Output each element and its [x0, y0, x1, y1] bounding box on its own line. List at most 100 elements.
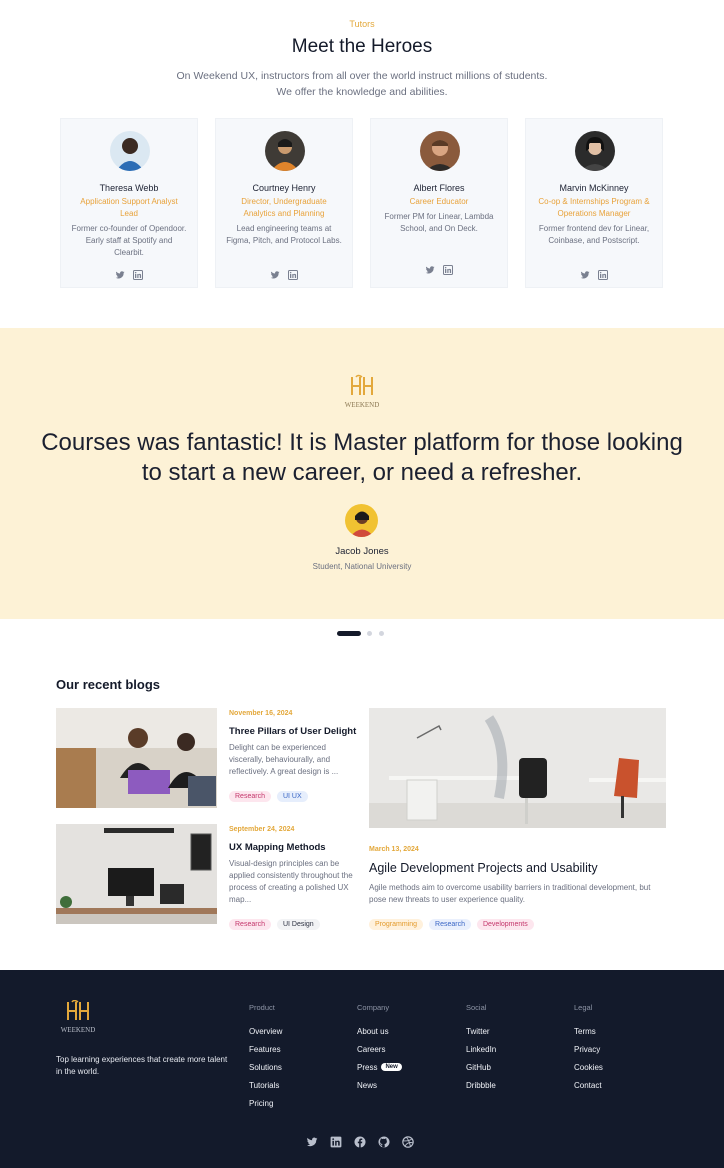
footer-logo-text: WEEKEND	[61, 1026, 96, 1034]
footer-link[interactable]: Dribbble	[466, 1076, 496, 1094]
blogs-title: Our recent blogs	[56, 677, 161, 692]
linkedin-icon[interactable]	[598, 267, 608, 280]
tutor-socials	[216, 267, 352, 280]
tutor-role: Application Support Analyst Lead	[80, 197, 178, 218]
tutor-cards: Theresa Webb Application Support Analyst…	[60, 118, 664, 288]
footer-tagline: Top learning experiences that create mor…	[56, 1055, 228, 1076]
blog-date: March 13, 2024	[369, 846, 419, 853]
linkedin-icon[interactable]	[443, 262, 453, 275]
blog-image[interactable]	[369, 708, 666, 828]
carousel-dot[interactable]	[379, 631, 384, 636]
tutor-name: Albert Flores	[413, 183, 465, 193]
testimonial-section: WEEKEND Courses was fantastic! It is Mas…	[0, 328, 724, 619]
tutor-description: Former PM for Linear, Lambda School, and…	[384, 212, 494, 233]
footer-link[interactable]: Privacy	[574, 1040, 603, 1058]
blog-excerpt: Agile methods aim to overcome usability …	[369, 883, 651, 904]
tag-research[interactable]: Research	[229, 919, 271, 930]
testimonial-role: Student, National University	[312, 562, 412, 571]
tag-ui-design[interactable]: UI Design	[276, 919, 320, 930]
footer-link[interactable]: Tutorials	[249, 1076, 282, 1094]
twitter-icon[interactable]	[306, 1135, 318, 1147]
footer-heading: Product	[249, 1003, 275, 1012]
avatar	[345, 504, 378, 537]
footer-link[interactable]: GitHub	[466, 1058, 496, 1076]
avatar	[110, 131, 150, 171]
weekend-logo-text: WEEKEND	[345, 401, 380, 409]
tag-ui-ux[interactable]: UI UX	[276, 791, 308, 802]
footer-column-company: Company About us Careers Press New News	[357, 1003, 402, 1094]
footer-heading: Social	[466, 1003, 487, 1012]
tutor-name: Marvin McKinney	[559, 183, 629, 193]
tutors-eyebrow: Tutors	[349, 19, 375, 29]
linkedin-icon[interactable]	[288, 267, 298, 280]
footer-link[interactable]: Features	[249, 1040, 282, 1058]
tag-developments[interactable]: Developments	[476, 919, 534, 930]
footer-social-icons	[306, 1135, 414, 1148]
dribbble-icon[interactable]	[402, 1135, 414, 1148]
tutors-subtitle-line1: On Weekend UX, instructors from all over…	[176, 70, 548, 82]
footer-link[interactable]: Terms	[574, 1022, 603, 1040]
github-icon[interactable]	[378, 1135, 390, 1148]
footer-heading: Company	[357, 1003, 390, 1012]
footer-link[interactable]: Contact	[574, 1076, 603, 1094]
carousel-dots	[0, 631, 724, 637]
tutor-card: Theresa Webb Application Support Analyst…	[60, 118, 198, 288]
footer-column-product: Product Overview Features Solutions Tuto…	[249, 1003, 282, 1112]
tutor-description: Former frontend dev for Linear, Coinbase…	[538, 224, 650, 245]
blog-tags: Research UI UX	[229, 791, 308, 802]
footer-column-social: Social Twitter LinkedIn GitHub Dribbble	[466, 1003, 496, 1094]
twitter-icon[interactable]	[115, 267, 125, 279]
blog-tags: Research UI Design	[229, 919, 320, 930]
avatar	[420, 131, 460, 171]
blog-title[interactable]: Agile Development Projects and Usability	[369, 861, 598, 875]
blog-date: September 24, 2024	[229, 826, 295, 833]
blog-title[interactable]: UX Mapping Methods	[229, 842, 326, 853]
blog-excerpt: Visual-design principles can be applied …	[229, 859, 353, 904]
tutor-card: Albert Flores Career Educator Former PM …	[370, 118, 508, 288]
footer-link-press[interactable]: Press New	[357, 1058, 402, 1076]
tag-research[interactable]: Research	[429, 919, 471, 930]
blog-image[interactable]	[56, 708, 217, 808]
twitter-icon[interactable]	[580, 267, 590, 279]
blog-title[interactable]: Three Pillars of User Delight	[229, 726, 356, 737]
tutor-socials	[61, 267, 197, 280]
tag-research[interactable]: Research	[229, 791, 271, 802]
linkedin-icon[interactable]	[133, 267, 143, 280]
footer-link[interactable]: Cookies	[574, 1058, 603, 1076]
weekend-logo: WEEKEND	[338, 374, 386, 412]
twitter-icon[interactable]	[425, 262, 435, 274]
facebook-icon[interactable]	[354, 1135, 366, 1148]
tutor-name: Theresa Webb	[99, 183, 159, 193]
footer-column-legal: Legal Terms Privacy Cookies Contact	[574, 1003, 603, 1094]
footer-link[interactable]: Pricing	[249, 1094, 282, 1112]
blog-date: November 16, 2024	[229, 710, 293, 717]
footer-link[interactable]: News	[357, 1076, 402, 1094]
carousel-dot-active[interactable]	[337, 631, 361, 636]
footer-link[interactable]: LinkedIn	[466, 1040, 496, 1058]
tag-programming[interactable]: Programming	[369, 919, 424, 930]
footer-link[interactable]: Overview	[249, 1022, 282, 1040]
tutor-socials	[371, 262, 507, 275]
footer-link[interactable]: Twitter	[466, 1022, 496, 1040]
tutors-title: Meet the Heroes	[291, 36, 433, 57]
tutor-socials	[526, 267, 662, 280]
tutor-name: Courtney Henry	[252, 183, 316, 193]
twitter-icon[interactable]	[270, 267, 280, 279]
blog-tags: Programming Research Developments	[369, 919, 534, 930]
footer-link-label: Press	[357, 1062, 378, 1072]
linkedin-icon[interactable]	[330, 1135, 342, 1148]
footer-logo[interactable]: WEEKEND	[58, 999, 102, 1036]
tutors-section: Tutors Meet the Heroes On Weekend UX, in…	[0, 0, 724, 328]
footer-link[interactable]: Solutions	[249, 1058, 282, 1076]
tutor-description: Former co-founder of Opendoor. Early sta…	[71, 224, 187, 257]
footer-link[interactable]: About us	[357, 1022, 402, 1040]
carousel-dot[interactable]	[367, 631, 372, 636]
tutor-role: Director, Undergraduate Analytics and Pl…	[241, 197, 327, 218]
testimonial-quote: Courses was fantastic! It is Master plat…	[41, 429, 683, 486]
blog-image[interactable]	[56, 824, 217, 924]
new-badge: New	[381, 1063, 402, 1071]
tutor-role: Career Educator	[409, 197, 469, 206]
footer-link[interactable]: Careers	[357, 1040, 402, 1058]
tutors-subtitle: On Weekend UX, instructors from all over…	[0, 68, 724, 100]
avatar	[265, 131, 305, 171]
